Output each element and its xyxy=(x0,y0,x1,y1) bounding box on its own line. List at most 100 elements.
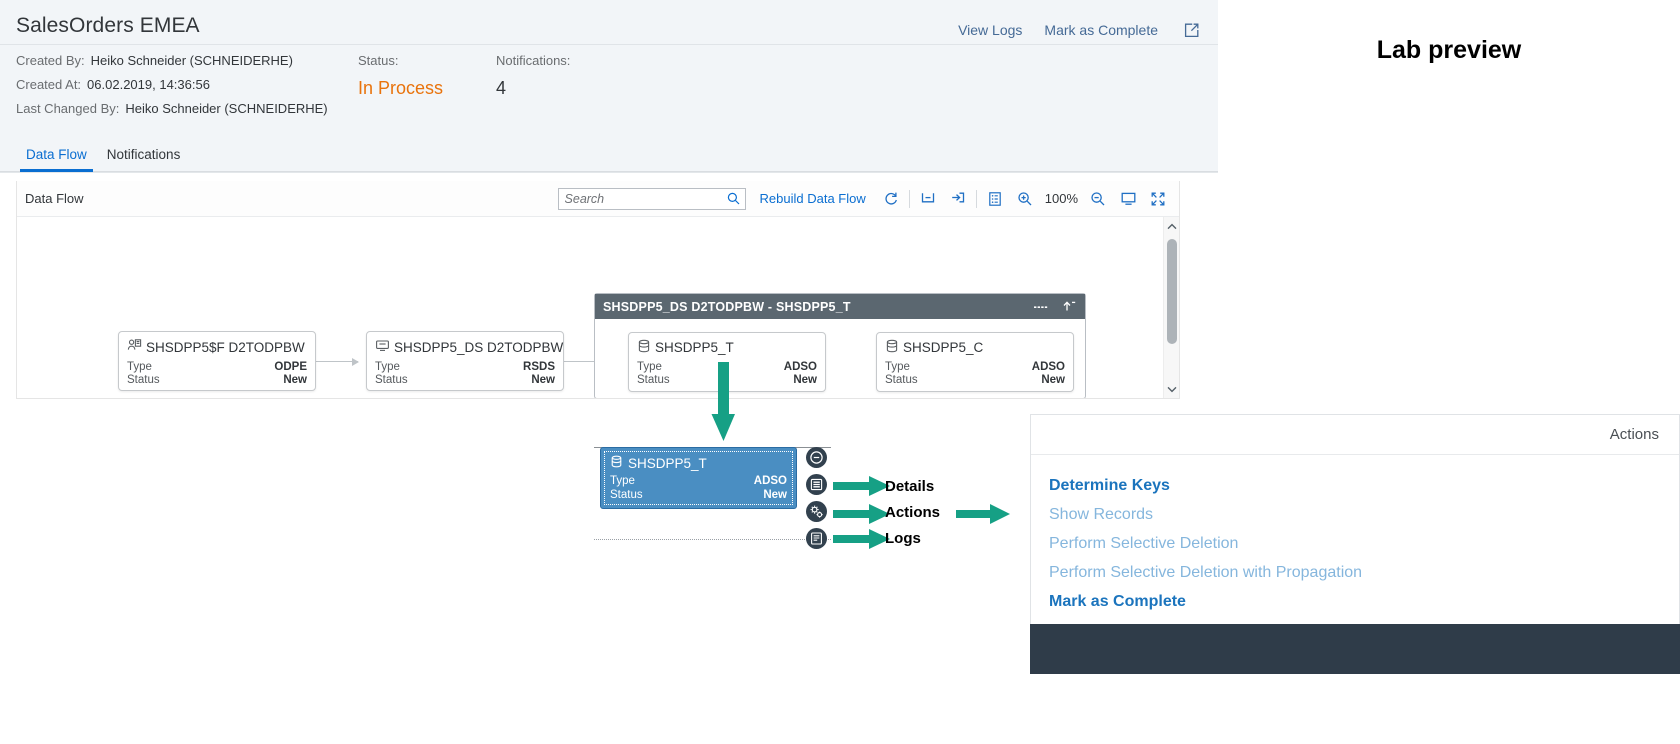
collapse-all-icon[interactable] xyxy=(913,186,943,212)
mark-as-complete-link[interactable]: Mark as Complete xyxy=(1044,22,1158,38)
annotation-logs: Logs xyxy=(885,530,921,547)
selected-node-status-row: Status New xyxy=(610,489,787,503)
selected-node-title: SHSDPP5_T xyxy=(628,455,707,471)
node-type-label: Type xyxy=(375,361,400,373)
annotation-arrow-actions xyxy=(833,504,890,524)
connector-1-arrow xyxy=(352,358,359,366)
actions-gear-icon[interactable] xyxy=(806,501,827,522)
action-mark-as-complete[interactable]: Mark as Complete xyxy=(1049,587,1679,616)
actions-list: Determine Keys Show Records Perform Sele… xyxy=(1031,455,1679,616)
search-icon[interactable] xyxy=(727,192,740,210)
zoom-out-icon[interactable] xyxy=(1083,186,1113,212)
created-at-line: Created At: 06.02.2019, 14:36:56 xyxy=(16,77,358,92)
data-flow-canvas[interactable]: SHSDPP5$F D2TODPBW Type ODPE Status New xyxy=(17,217,1179,398)
node-status-value: New xyxy=(1041,374,1065,386)
created-by-line: Created By: Heiko Schneider (SCHNEIDERHE… xyxy=(16,53,358,68)
data-flow-toolbar-title: Data Flow xyxy=(25,191,84,206)
node-status-row: Status New xyxy=(119,374,315,387)
data-flow-toolbar-actions: Rebuild Data Flow xyxy=(557,186,1173,212)
collapse-node-icon[interactable] xyxy=(806,447,827,468)
action-determine-keys[interactable]: Determine Keys xyxy=(1049,471,1679,500)
action-show-records[interactable]: Show Records xyxy=(1049,500,1679,529)
node-type-label: Type xyxy=(127,361,152,373)
selected-node-type-label: Type xyxy=(610,475,635,487)
group-header: SHSDPP5_DS D2TODPBW - SHSDPP5_T xyxy=(595,294,1085,319)
node-status-row: Status New xyxy=(367,374,563,387)
node-detail-rows: Type RSDS Status New xyxy=(367,358,563,393)
actions-panel-footer-bar xyxy=(1030,624,1680,674)
node-status-label: Status xyxy=(885,374,918,386)
last-changed-by-label: Last Changed By: xyxy=(16,101,120,116)
graph-node-rsds[interactable]: SHSDPP5_DS D2TODPBW Type RSDS Status New xyxy=(366,331,564,391)
canvas-scrollbar[interactable] xyxy=(1163,217,1179,398)
node-type-value: RSDS xyxy=(523,361,555,373)
more-options-icon[interactable] xyxy=(1033,304,1049,310)
created-at-value: 06.02.2019, 14:36:56 xyxy=(87,77,210,92)
group-title: SHSDPP5_DS D2TODPBW - SHSDPP5_T xyxy=(603,299,851,314)
zoom-in-icon[interactable] xyxy=(1010,186,1040,212)
node-title-row: SHSDPP5_T xyxy=(629,333,825,358)
action-perform-selective-deletion-with-propagation[interactable]: Perform Selective Deletion with Propagat… xyxy=(1049,558,1679,587)
lab-preview-text: Lab preview xyxy=(1376,35,1522,64)
created-by-label: Created By: xyxy=(16,53,85,68)
details-list-icon[interactable] xyxy=(806,474,827,495)
meta-column-notifications: Notifications: 4 xyxy=(496,53,696,125)
node-title: SHSDPP5$F D2TODPBW xyxy=(146,339,305,355)
tab-notifications[interactable]: Notifications xyxy=(97,147,191,171)
node-detail-rows: Type ADSO Status New xyxy=(877,358,1073,393)
header-actions: View Logs Mark as Complete xyxy=(958,12,1202,41)
node-status-label: Status xyxy=(127,374,160,386)
node-status-value: New xyxy=(531,374,555,386)
actions-panel: Actions Determine Keys Show Records Perf… xyxy=(1030,414,1680,634)
legend-icon[interactable] xyxy=(980,186,1010,212)
selected-node-type-row: Type ADSO xyxy=(610,475,787,489)
annotation-arrow-actions-panel xyxy=(956,504,1010,524)
actions-panel-header: Actions xyxy=(1031,415,1679,455)
meta-column-left: Created By: Heiko Schneider (SCHNEIDERHE… xyxy=(16,53,358,125)
view-logs-link[interactable]: View Logs xyxy=(958,22,1022,38)
node-title: SHSDPP5_C xyxy=(903,340,984,355)
datasource-contact-icon xyxy=(127,338,142,356)
notifications-label: Notifications: xyxy=(496,53,571,68)
collapse-up-icon[interactable] xyxy=(1061,300,1077,314)
tab-data-flow[interactable]: Data Flow xyxy=(16,147,97,172)
selected-node-guide-bottom xyxy=(594,539,831,540)
database-icon xyxy=(610,455,623,471)
node-type-value: ODPE xyxy=(274,361,307,373)
annotation-arrow-down xyxy=(711,362,735,441)
annotation-arrow-logs xyxy=(833,529,890,549)
toolbar-separator-2 xyxy=(975,189,977,208)
graph-node-shsdpp5-c[interactable]: SHSDPP5_C Type ADSO Status New xyxy=(876,332,1074,392)
refresh-icon[interactable] xyxy=(876,186,906,212)
scrollbar-thumb[interactable] xyxy=(1167,239,1177,344)
node-title-row: SHSDPP5_DS D2TODPBW xyxy=(367,332,563,358)
node-title-row: SHSDPP5_C xyxy=(877,333,1073,358)
lab-preview-banner: Lab preview xyxy=(1218,0,1680,100)
fit-to-screen-icon[interactable] xyxy=(1113,186,1143,212)
data-flow-toolbar: Data Flow Rebuild Data Flow xyxy=(17,181,1179,217)
search-input[interactable] xyxy=(558,188,745,209)
external-link-icon[interactable] xyxy=(1180,19,1202,41)
rebuild-data-flow-button[interactable]: Rebuild Data Flow xyxy=(760,191,866,206)
status-badge: In Process xyxy=(358,78,444,98)
selected-node-type-value: ADSO xyxy=(753,475,787,487)
header-meta: Created By: Heiko Schneider (SCHNEIDERHE… xyxy=(0,47,1218,125)
notifications-count: 4 xyxy=(496,78,507,98)
database-icon xyxy=(885,339,899,356)
node-detail-rows: Type ODPE Status New xyxy=(119,358,315,393)
action-perform-selective-deletion[interactable]: Perform Selective Deletion xyxy=(1049,529,1679,558)
title-row: SalesOrders EMEA View Logs Mark as Compl… xyxy=(0,0,1218,47)
graph-node-odpe[interactable]: SHSDPP5$F D2TODPBW Type ODPE Status New xyxy=(118,331,316,391)
last-changed-by-line: Last Changed By: Heiko Schneider (SCHNEI… xyxy=(16,101,358,116)
selected-node-detail-rows: Type ADSO Status New xyxy=(601,471,796,502)
selected-graph-node[interactable]: SHSDPP5_T Type ADSO Status New xyxy=(600,447,797,509)
node-type-label: Type xyxy=(885,361,910,373)
scroll-down-icon[interactable] xyxy=(1164,381,1179,397)
search-box[interactable] xyxy=(557,187,746,210)
graph-group-container[interactable]: SHSDPP5_DS D2TODPBW - SHSDPP5_T SHSDPP5_… xyxy=(594,293,1086,398)
node-status-value: New xyxy=(283,374,307,386)
expand-all-icon[interactable] xyxy=(943,186,973,212)
logs-icon[interactable] xyxy=(806,528,827,549)
scroll-up-icon[interactable] xyxy=(1164,218,1179,234)
full-screen-icon[interactable] xyxy=(1143,186,1173,212)
